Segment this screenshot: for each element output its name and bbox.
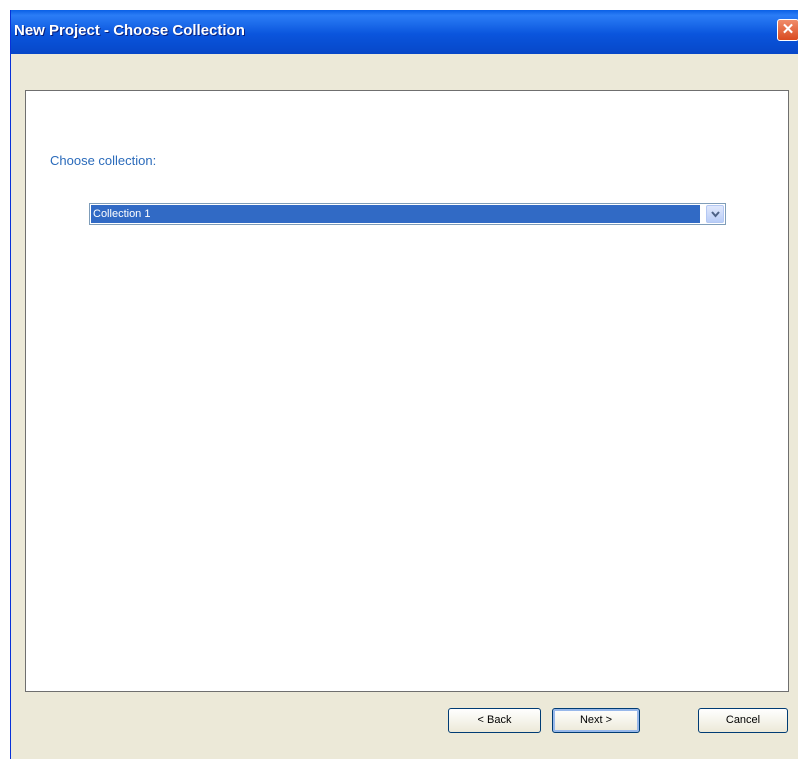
back-button[interactable]: < Back bbox=[448, 708, 541, 733]
next-button[interactable]: Next > bbox=[552, 708, 640, 733]
chevron-down-icon[interactable] bbox=[706, 205, 724, 223]
cancel-button[interactable]: Cancel bbox=[698, 708, 788, 733]
dialog-window: New Project - Choose Collection ✕ Choose… bbox=[10, 10, 798, 759]
chevron-down-icon-glyph bbox=[710, 211, 720, 218]
close-icon[interactable]: ✕ bbox=[777, 19, 798, 41]
content-panel: Choose collection: Collection 1 bbox=[25, 90, 789, 692]
collection-select-value: Collection 1 bbox=[91, 205, 700, 223]
collection-select[interactable]: Collection 1 bbox=[89, 203, 726, 225]
window-title: New Project - Choose Collection bbox=[14, 22, 245, 39]
choose-collection-label: Choose collection: bbox=[50, 153, 157, 168]
title-bar[interactable]: New Project - Choose Collection ✕ bbox=[11, 10, 798, 54]
